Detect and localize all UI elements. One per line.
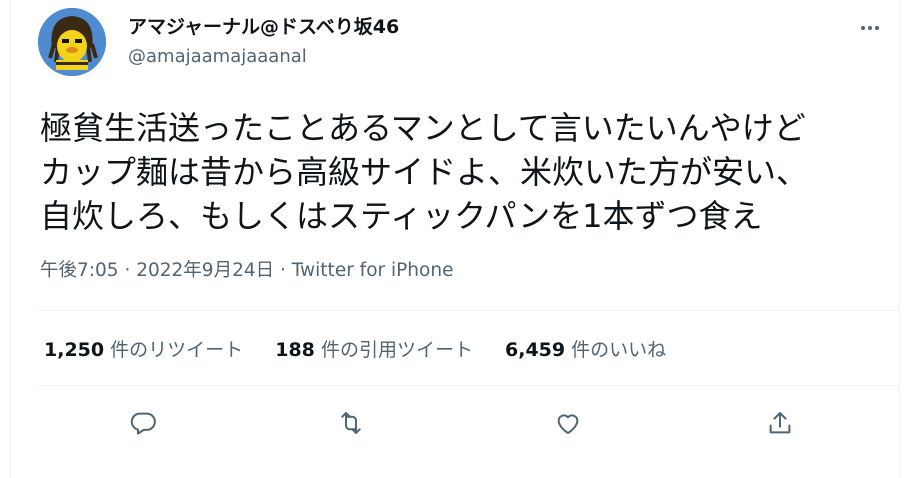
likes-stat[interactable]: 6,459 件のいいね xyxy=(505,335,666,362)
meta-separator: · xyxy=(280,260,286,281)
quotes-count: 188 xyxy=(275,339,315,361)
like-icon[interactable] xyxy=(550,405,586,441)
tweet-meta: 午後7:05 · 2022年9月24日 · Twitter for iPhone xyxy=(40,256,453,282)
tweet-line: カップ麺は昔から高級サイドよ、米炊いた方が安い、 xyxy=(40,153,809,191)
tweet-time[interactable]: 午後7:05 xyxy=(40,260,119,281)
likes-count: 6,459 xyxy=(505,339,566,361)
tweet-line: 自炊しろ、もしくはスティックパンを1本ずつ食え xyxy=(40,197,763,235)
tweet-date[interactable]: 2022年9月24日 xyxy=(136,260,274,281)
retweet-icon[interactable] xyxy=(333,405,369,441)
divider xyxy=(38,385,900,386)
likes-label: 件のいいね xyxy=(571,339,667,361)
tweet-text: 極貧生活送ったことあるマンとして言いたいんやけど カップ麺は昔から高級サイドよ、… xyxy=(40,106,890,238)
meta-separator: · xyxy=(124,260,131,281)
retweets-count: 1,250 xyxy=(44,339,105,361)
more-dots-icon[interactable] xyxy=(858,16,882,45)
tweet-stats: 1,250 件のリツイート 188 件の引用ツイート 6,459 件のいいね xyxy=(44,335,692,362)
reply-icon[interactable] xyxy=(125,405,161,441)
retweets-label: 件のリツイート xyxy=(110,339,244,361)
quotes-label: 件の引用ツイート xyxy=(320,339,473,361)
divider xyxy=(38,310,900,311)
tweet-source[interactable]: Twitter for iPhone xyxy=(292,260,454,281)
avatar-image xyxy=(38,8,106,76)
user-handle[interactable]: @amajaamajaaanal xyxy=(128,46,307,67)
quotes-stat[interactable]: 188 件の引用ツイート xyxy=(275,335,473,362)
avatar[interactable] xyxy=(38,8,106,76)
share-icon[interactable] xyxy=(762,405,798,441)
tweet-line: 極貧生活送ったことあるマンとして言いたいんやけど xyxy=(40,109,806,147)
user-display-name[interactable]: アマジャーナル@ドスベり坂46 xyxy=(128,12,399,39)
retweets-stat[interactable]: 1,250 件のリツイート xyxy=(44,335,243,362)
